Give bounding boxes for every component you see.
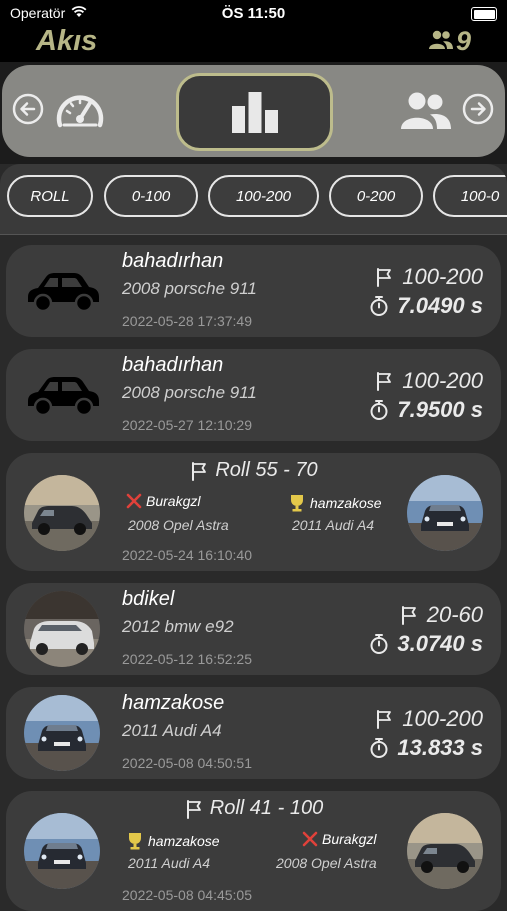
groups-button[interactable]	[400, 91, 452, 131]
chart-tab-button[interactable]	[176, 73, 333, 151]
feed-card[interactable]: hamzakose 2011 Audi A4 2022-05-08 04:50:…	[6, 687, 501, 779]
cross-icon	[302, 831, 318, 847]
user-name: hamzakose	[122, 692, 225, 714]
speed-range: 100-200	[374, 706, 483, 732]
user-name: bahadırhan	[122, 250, 224, 272]
feed-list: bahadırhan 2008 porsche 911 2022-05-28 1…	[0, 234, 507, 911]
right-car: 2008 Opel Astra	[276, 855, 377, 871]
car-icon	[24, 269, 102, 318]
stopwatch-icon	[370, 634, 388, 654]
car-photo	[24, 813, 100, 889]
flag-icon	[377, 372, 392, 391]
roll-card[interactable]: Roll 41 - 100 hamzakose 2011 Audi A4 Bur…	[6, 791, 501, 911]
car-name: 2008 porsche 911	[122, 383, 257, 402]
nav-bar: Akıs 9	[0, 25, 507, 62]
filter-bar: ROLL 0-100 100-200 0-200 100-0	[0, 164, 507, 234]
elapsed-time: 3.0740 s	[369, 631, 483, 657]
left-user: hamzakose	[148, 833, 220, 849]
status-time: ÖS 11:50	[221, 5, 286, 22]
speed-range: 20-60	[399, 602, 483, 628]
speedometer-icon	[56, 95, 104, 128]
right-user: Burakgzl	[322, 831, 377, 847]
winner-name: hamzakose	[288, 493, 382, 513]
page-title: Akıs	[36, 25, 98, 57]
controls-panel	[2, 65, 505, 157]
car-photo	[407, 475, 483, 551]
flag-icon	[186, 799, 201, 819]
car-photo	[24, 591, 100, 667]
left-car: 2011 Audi A4	[128, 855, 210, 871]
cross-icon	[126, 493, 142, 509]
time-label: 3.0740 s	[397, 631, 483, 656]
elapsed-time: 13.833 s	[369, 735, 483, 761]
user-name: bdikel	[122, 588, 175, 610]
winner-name: hamzakose	[126, 831, 220, 851]
people-icon	[401, 92, 451, 129]
filter-100-0[interactable]: 100-0	[433, 175, 507, 217]
right-user: hamzakose	[310, 495, 382, 511]
speedometer-button[interactable]	[55, 89, 105, 131]
flag-icon	[377, 268, 392, 287]
time-label: 7.0490 s	[397, 293, 483, 318]
filter-0-200[interactable]: 0-200	[329, 175, 423, 217]
next-button[interactable]	[462, 93, 494, 125]
loser-name: Burakgzl	[126, 493, 200, 509]
car-photo	[24, 475, 100, 551]
elapsed-time: 7.0490 s	[369, 293, 483, 319]
roll-card[interactable]: Roll 55 - 70 Burakgzl 2008 Opel Astra ha…	[6, 453, 501, 571]
roll-title: Roll 55 - 70	[215, 459, 318, 481]
trophy-icon	[129, 833, 141, 850]
left-car: 2008 Opel Astra	[128, 517, 229, 533]
arrow-left-circle-icon	[12, 93, 44, 125]
timestamp: 2022-05-12 16:52:25	[122, 651, 252, 667]
range-label: 100-200	[402, 706, 483, 731]
car-icon	[24, 373, 102, 422]
roll-title: Roll 41 - 100	[209, 797, 324, 819]
feed-card[interactable]: bahadırhan 2008 porsche 911 2022-05-27 1…	[6, 349, 501, 441]
range-label: 20-60	[426, 602, 483, 627]
timestamp: 2022-05-08 04:50:51	[122, 755, 252, 771]
timestamp: 2022-05-08 04:45:05	[122, 887, 252, 903]
filter-0-100[interactable]: 0-100	[104, 175, 198, 217]
car-name: 2008 porsche 911	[122, 279, 257, 298]
flag-icon	[192, 461, 207, 481]
user-name: bahadırhan	[122, 354, 224, 376]
timestamp: 2022-05-24 16:10:40	[122, 547, 252, 563]
stopwatch-icon	[370, 738, 388, 758]
status-bar: Operatör ÖS 11:50	[0, 0, 507, 28]
filter-100-200[interactable]: 100-200	[208, 175, 319, 217]
time-label: 13.833 s	[397, 735, 483, 760]
flag-icon	[401, 606, 416, 625]
car-photo	[24, 695, 100, 771]
controls-area	[0, 62, 507, 164]
people-icon	[428, 26, 454, 57]
loser-name: Burakgzl	[302, 831, 376, 847]
range-label: 100-200	[402, 264, 483, 289]
timestamp: 2022-05-28 17:37:49	[122, 313, 252, 329]
speed-range: 100-200	[374, 264, 483, 290]
arrow-right-circle-icon	[462, 93, 494, 125]
bar-chart-icon	[231, 92, 278, 133]
car-photo	[407, 813, 483, 889]
elapsed-time: 7.9500 s	[369, 397, 483, 423]
trophy-icon	[291, 495, 303, 512]
car-name: 2011 Audi A4	[122, 721, 222, 740]
timestamp: 2022-05-27 12:10:29	[122, 417, 252, 433]
speed-range: 100-200	[374, 368, 483, 394]
car-name: 2012 bmw e92	[122, 617, 234, 636]
left-user: Burakgzl	[146, 493, 201, 509]
feed-card[interactable]: bahadırhan 2008 porsche 911 2022-05-28 1…	[6, 245, 501, 337]
follower-count: 9	[455, 26, 471, 56]
battery-icon	[471, 7, 497, 21]
right-car: 2011 Audi A4	[292, 517, 374, 533]
followers-button[interactable]: 9	[428, 26, 471, 57]
prev-button[interactable]	[12, 93, 44, 125]
time-label: 7.9500 s	[397, 397, 483, 422]
filter-roll[interactable]: ROLL	[7, 175, 93, 217]
feed-card[interactable]: bdikel 2012 bmw e92 2022-05-12 16:52:25 …	[6, 583, 501, 675]
flag-icon	[377, 710, 392, 729]
range-label: 100-200	[402, 368, 483, 393]
stopwatch-icon	[370, 400, 388, 420]
stopwatch-icon	[370, 296, 388, 316]
